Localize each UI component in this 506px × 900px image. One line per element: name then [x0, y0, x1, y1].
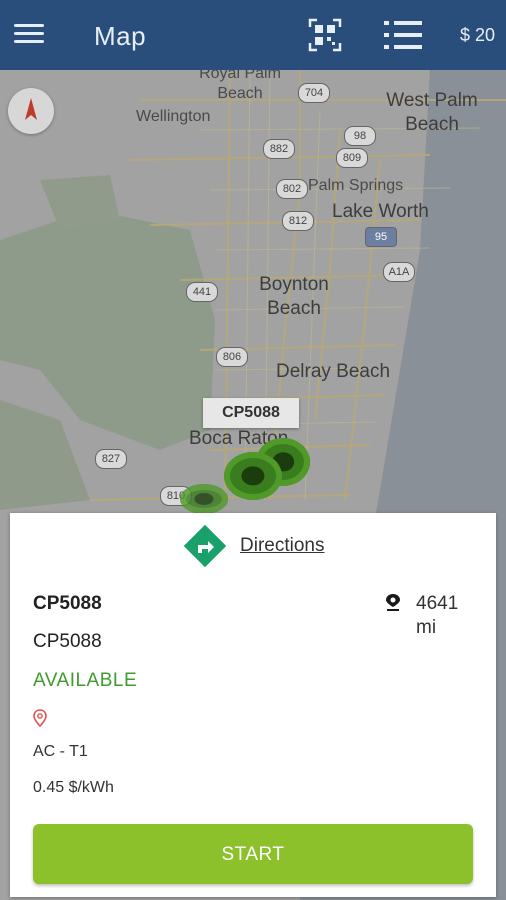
price-label: 0.45 $/kWh [33, 779, 114, 796]
start-button[interactable]: START [33, 824, 473, 884]
charger-marker[interactable] [224, 452, 282, 500]
route-shield: 827 [95, 449, 127, 469]
page-title: Map [94, 21, 147, 51]
charger-marker[interactable] [180, 484, 228, 514]
marker-tooltip: CP5088 [203, 398, 299, 428]
station-detail-card: Directions CP5088 CP5088 AVAILABLE AC - … [10, 513, 496, 897]
distance-pin-icon [386, 594, 400, 611]
route-shield: 806 [216, 347, 248, 367]
map-label-lake-worth: Lake Worth [332, 201, 429, 222]
route-shield: 98 [344, 126, 376, 146]
route-shield: 809 [336, 148, 368, 168]
app-bar: Map $ 20 [0, 0, 506, 70]
route-shield: A1A [383, 262, 415, 282]
map-label-west-palm-beach: West Palm Beach [386, 90, 478, 135]
route-shield: 802 [276, 179, 308, 199]
map-label-wellington: Wellington [136, 108, 211, 125]
map-label-palm-springs: Palm Springs [308, 177, 404, 194]
route-shield: 95 [365, 227, 397, 247]
station-name: CP5088 [33, 593, 102, 614]
status-label: AVAILABLE [33, 670, 138, 691]
map-label-delray-beach: Delray Beach [276, 361, 391, 382]
qr-scan-icon[interactable] [308, 18, 342, 52]
distance-value: 4641 [416, 593, 459, 614]
directions-link[interactable]: Directions [240, 535, 324, 557]
location-pin-icon [33, 709, 47, 727]
station-id: CP5088 [33, 631, 102, 652]
route-shield: 882 [263, 139, 295, 159]
map-label-royal-palm-beach: Royal Palm Beach [199, 70, 281, 102]
compass-icon[interactable] [8, 88, 54, 134]
route-shield: 441 [186, 282, 218, 302]
route-shield: 812 [282, 211, 314, 231]
list-icon[interactable] [384, 18, 422, 52]
connector-type: AC - T1 [33, 743, 88, 760]
route-shield: 704 [298, 83, 330, 103]
distance-unit: mi [416, 617, 437, 638]
menu-icon[interactable] [14, 24, 44, 44]
map-label-boynton-beach: Boynton Beach [259, 274, 329, 319]
balance-label: $ 20 [460, 25, 496, 45]
directions-icon[interactable] [184, 525, 226, 567]
